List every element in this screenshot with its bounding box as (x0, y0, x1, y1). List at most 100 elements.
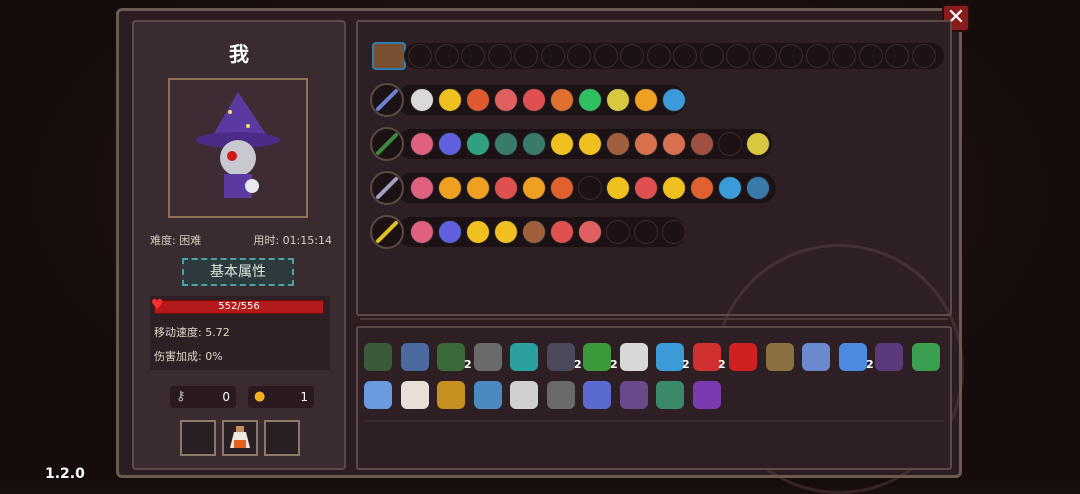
skill-icon[interactable] (662, 88, 686, 112)
empty-skill-slot[interactable] (718, 132, 742, 156)
empty-slot[interactable] (620, 44, 644, 68)
inventory-item[interactable] (546, 343, 575, 371)
skill-icon[interactable] (606, 176, 630, 200)
skill-icon[interactable] (494, 176, 518, 200)
weapon-slot[interactable] (370, 83, 404, 117)
inventory-item[interactable] (619, 381, 648, 409)
empty-slot[interactable] (461, 44, 485, 68)
skill-icon[interactable] (690, 176, 714, 200)
skill-icon[interactable] (578, 220, 602, 244)
skill-icon[interactable] (494, 88, 518, 112)
skill-icon[interactable] (634, 88, 658, 112)
skill-icon[interactable] (578, 132, 602, 156)
inventory-item[interactable] (656, 343, 684, 371)
empty-slot[interactable] (514, 44, 538, 68)
skill-icon[interactable] (438, 220, 462, 244)
inventory-item[interactable] (692, 381, 721, 409)
empty-skill-slot[interactable] (606, 220, 630, 244)
inventory-item[interactable] (765, 343, 794, 371)
skill-icon[interactable] (410, 220, 434, 244)
inventory-item[interactable] (802, 343, 830, 371)
skill-icon[interactable] (466, 176, 490, 200)
skill-icon[interactable] (746, 132, 770, 156)
empty-slot[interactable] (487, 44, 512, 68)
inventory-item[interactable] (364, 343, 392, 371)
inventory-item[interactable] (473, 343, 502, 371)
skill-icon[interactable] (410, 132, 434, 156)
inventory-item[interactable] (400, 343, 429, 371)
inventory-item[interactable] (546, 381, 575, 409)
empty-slot[interactable] (434, 44, 459, 68)
inventory-item[interactable] (619, 343, 648, 371)
inventory-item[interactable] (838, 343, 867, 371)
skill-icon[interactable] (550, 88, 574, 112)
inventory-item[interactable] (583, 381, 611, 409)
skill-icon[interactable] (494, 220, 518, 244)
skill-icon[interactable] (746, 176, 770, 200)
skill-icon[interactable] (606, 132, 630, 156)
inventory-item[interactable] (911, 343, 940, 371)
skill-icon[interactable] (410, 176, 434, 200)
item-slot-2[interactable] (222, 420, 258, 456)
empty-slot[interactable] (408, 44, 432, 68)
empty-slot[interactable] (567, 44, 591, 68)
skill-icon[interactable] (410, 88, 434, 112)
empty-slot[interactable] (911, 44, 936, 68)
inventory-item[interactable] (510, 343, 538, 371)
weapon-slot[interactable] (370, 171, 404, 205)
skill-icon[interactable] (550, 220, 574, 244)
inventory-item[interactable] (473, 381, 502, 409)
empty-skill-slot[interactable] (634, 220, 658, 244)
empty-slot[interactable] (593, 44, 618, 68)
skill-icon[interactable] (466, 88, 490, 112)
empty-slot[interactable] (832, 44, 856, 68)
empty-slot[interactable] (752, 44, 777, 68)
inventory-item[interactable] (875, 343, 903, 371)
skill-icon[interactable] (522, 176, 546, 200)
empty-skill-slot[interactable] (662, 220, 686, 244)
inventory-item[interactable] (656, 381, 684, 409)
empty-slot[interactable] (646, 44, 671, 68)
skill-icon[interactable] (606, 88, 630, 112)
empty-slot[interactable] (805, 44, 830, 68)
inventory-item[interactable] (510, 381, 538, 409)
skill-icon[interactable] (662, 176, 686, 200)
empty-slot[interactable] (726, 44, 750, 68)
basic-attributes-button[interactable]: 基本属性 (182, 258, 294, 286)
skill-icon[interactable] (438, 88, 462, 112)
skill-icon[interactable] (494, 132, 518, 156)
empty-slot[interactable] (885, 44, 909, 68)
empty-slot[interactable] (858, 44, 883, 68)
skill-icon[interactable] (522, 220, 546, 244)
inventory-item[interactable] (729, 343, 757, 371)
skill-icon[interactable] (690, 132, 714, 156)
empty-slot[interactable] (779, 44, 803, 68)
empty-slot[interactable] (699, 44, 724, 68)
skill-icon[interactable] (718, 176, 742, 200)
empty-slot[interactable] (673, 44, 697, 68)
skill-icon[interactable] (578, 88, 602, 112)
skill-icon[interactable] (466, 220, 490, 244)
inventory-item[interactable] (364, 381, 392, 409)
inventory-item[interactable] (437, 343, 465, 371)
item-slot-3[interactable] (264, 420, 300, 456)
skill-icon[interactable] (634, 176, 658, 200)
inventory-item[interactable] (437, 381, 465, 409)
empty-skill-slot[interactable] (578, 176, 602, 200)
skill-icon[interactable] (550, 176, 574, 200)
item-slot-1[interactable] (180, 420, 216, 456)
inventory-item[interactable] (692, 343, 721, 371)
skill-icon[interactable] (662, 132, 686, 156)
empty-slot[interactable] (540, 44, 565, 68)
inventory-item[interactable] (583, 343, 611, 371)
skill-icon[interactable] (522, 88, 546, 112)
inventory-item[interactable] (400, 381, 429, 409)
skill-icon[interactable] (438, 132, 462, 156)
skill-icon[interactable] (550, 132, 574, 156)
weapon-slot[interactable] (370, 127, 404, 161)
skill-icon[interactable] (466, 132, 490, 156)
skill-icon[interactable] (522, 132, 546, 156)
skill-icon[interactable] (634, 132, 658, 156)
chest-icon[interactable] (372, 42, 406, 70)
skill-icon[interactable] (438, 176, 462, 200)
